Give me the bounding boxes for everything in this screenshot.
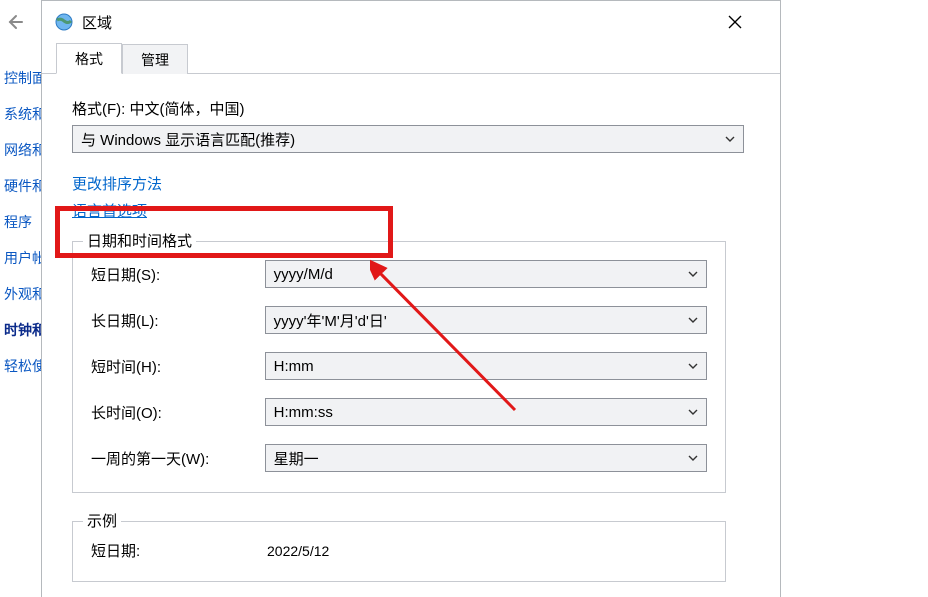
long-date-label: 长日期(L):: [91, 310, 265, 331]
tab-format[interactable]: 格式: [56, 43, 122, 74]
globe-icon: [54, 12, 74, 32]
chevron-down-icon: [688, 317, 698, 323]
long-date-value: yyyy'年'M'月'd'日': [274, 310, 387, 331]
long-time-label: 长时间(O):: [91, 402, 265, 423]
short-time-combo[interactable]: H:mm: [265, 352, 707, 380]
region-dialog: 区域 格式 管理 格式(F): 中文(简体，中国) 与 Windows 显示语言…: [41, 0, 781, 597]
short-time-value: H:mm: [274, 358, 314, 375]
chevron-down-icon: [688, 363, 698, 369]
first-day-label: 一周的第一天(W):: [91, 448, 265, 469]
format-combo[interactable]: 与 Windows 显示语言匹配(推荐): [72, 125, 744, 153]
format-combo-value: 与 Windows 显示语言匹配(推荐): [81, 129, 295, 150]
short-date-label: 短日期(S):: [91, 264, 265, 285]
example-short-date-label: 短日期:: [91, 540, 267, 561]
long-time-value: H:mm:ss: [274, 404, 333, 421]
tab-admin[interactable]: 管理: [122, 44, 188, 74]
back-arrow-icon: [4, 12, 24, 32]
example-group: 示例 短日期: 2022/5/12: [72, 521, 726, 582]
close-button[interactable]: [728, 15, 768, 29]
long-time-combo[interactable]: H:mm:ss: [265, 398, 707, 426]
long-date-combo[interactable]: yyyy'年'M'月'd'日': [265, 306, 707, 334]
dialog-title: 区域: [82, 12, 112, 33]
first-day-value: 星期一: [274, 448, 319, 469]
tabstrip: 格式 管理: [42, 43, 780, 74]
example-short-date-value: 2022/5/12: [267, 543, 329, 559]
chevron-down-icon: [688, 455, 698, 461]
chevron-down-icon: [725, 136, 735, 142]
short-date-value: yyyy/M/d: [274, 266, 333, 283]
format-label: 格式(F): 中文(简体，中国): [72, 98, 750, 119]
date-time-format-group: 日期和时间格式 短日期(S): yyyy/M/d 长日期(L): yyyy'年'…: [72, 241, 726, 493]
group-legend: 日期和时间格式: [83, 230, 196, 251]
short-time-label: 短时间(H):: [91, 356, 265, 377]
group-legend: 示例: [83, 510, 121, 531]
language-preferences-link[interactable]: 语言首选项: [72, 200, 147, 221]
first-day-combo[interactable]: 星期一: [265, 444, 707, 472]
titlebar: 区域: [42, 1, 780, 43]
change-sort-link[interactable]: 更改排序方法: [72, 173, 162, 194]
short-date-combo[interactable]: yyyy/M/d: [265, 260, 707, 288]
chevron-down-icon: [688, 409, 698, 415]
chevron-down-icon: [688, 271, 698, 277]
